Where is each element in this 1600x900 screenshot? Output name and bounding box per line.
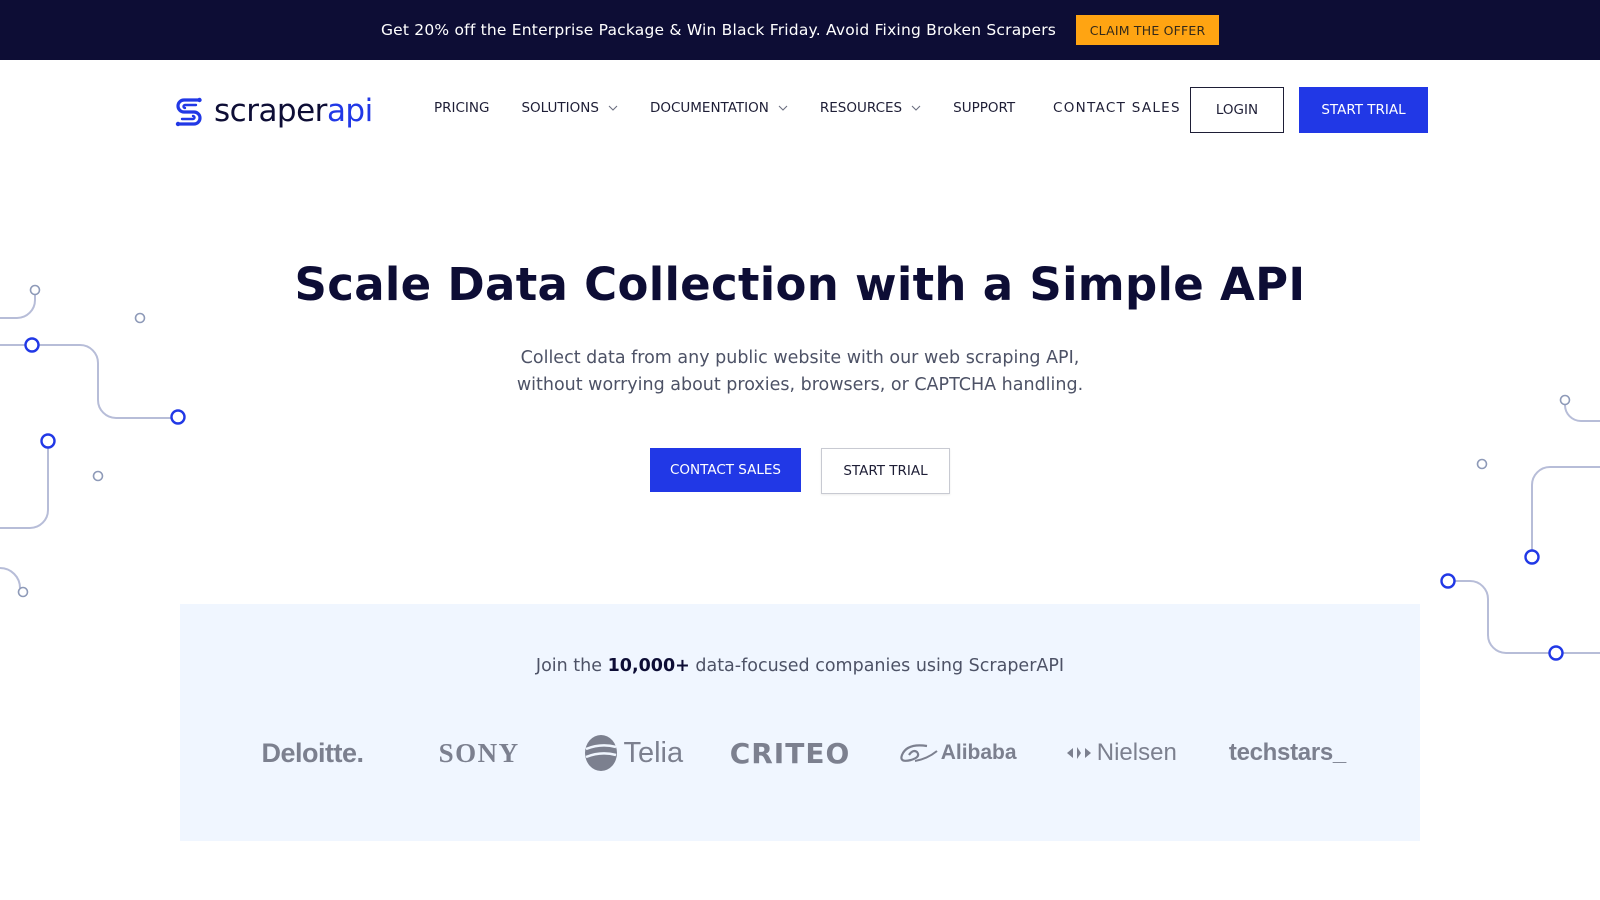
scraperapi-logo[interactable]: scraperapi [172, 92, 373, 130]
promo-text: Get 20% off the Enterprise Package & Win… [380, 21, 1057, 39]
techstars-logo-text: techstars_ [1228, 739, 1346, 766]
nav-item-label: SOLUTIONS [521, 100, 599, 116]
client-logos-section: Join the 10,000+ data-focused companies … [180, 604, 1420, 841]
nav-item-documentation[interactable]: DOCUMENTATION [650, 100, 788, 116]
sony-logo-text: SONY [438, 737, 520, 768]
heading-prefix: Join the [535, 656, 608, 676]
hero-subtitle: Collect data from any public website wit… [0, 345, 1600, 399]
circuit-decoration-right [1440, 394, 1600, 661]
nav-item-label: PRICING [434, 100, 490, 116]
logo-wordmark-accent: api [326, 93, 373, 129]
start-trial-button[interactable]: START TRIAL [1299, 87, 1428, 133]
promo-banner: Get 20% off the Enterprise Package & Win… [0, 0, 1600, 60]
client-logos-heading: Join the 10,000+ data-focused companies … [180, 656, 1420, 676]
nielsen-logo-text: Nielsen [1096, 739, 1177, 766]
deloitte-logo: Deloitte. [250, 728, 375, 778]
hero-title: Scale Data Collection with a Simple API [294, 258, 1306, 311]
hero-subtitle-line: Collect data from any public website wit… [520, 348, 1080, 368]
nielsen-mark-icon [1066, 747, 1091, 759]
hero-contact-sales-button[interactable]: CONTACT SALES [650, 448, 801, 492]
alibaba-logo-text: Alibaba [940, 741, 1017, 764]
heading-suffix: data-focused companies using ScraperAPI [689, 656, 1065, 676]
criteo-logo: CRITEO [727, 728, 852, 778]
nav-item-pricing[interactable]: PRICING [434, 100, 489, 116]
logo-wordmark: scraperapi [214, 93, 373, 129]
nav-item-resources[interactable]: RESOURCES [820, 100, 921, 116]
scraperapi-logo-icon [175, 97, 202, 127]
nav-item-label: RESOURCES [819, 100, 903, 116]
criteo-logo-text: CRITEO [729, 736, 851, 770]
sony-logo: SONY [419, 728, 539, 778]
nielsen-logo: Nielsen [1061, 728, 1181, 778]
nav-item-support[interactable]: SUPPORT [953, 100, 1015, 116]
logo-wordmark-primary: scraper [214, 93, 327, 129]
chevron-down-icon [911, 105, 921, 111]
client-logo-row: Deloitte. SONY Telia CRITEO Alibaba Niel… [250, 728, 1350, 778]
login-button[interactable]: LOGIN [1190, 87, 1284, 133]
telia-pebble-icon [585, 735, 618, 771]
telia-logo-text: Telia [623, 736, 684, 769]
alibaba-logo: Alibaba [897, 728, 1017, 778]
hero-start-trial-button[interactable]: START TRIAL [821, 448, 950, 494]
contact-sales-link[interactable]: CONTACT SALES [1053, 100, 1181, 116]
hero-subtitle-line: without worrying about proxies, browsers… [516, 375, 1084, 395]
chevron-down-icon [778, 105, 788, 111]
claim-offer-button[interactable]: CLAIM THE OFFER [1076, 15, 1220, 45]
nav-item-label: SUPPORT [953, 100, 1016, 116]
main-nav: scraperapi PRICING SOLUTIONS DOCUMENTATI… [0, 60, 1600, 160]
nav-item-solutions[interactable]: SOLUTIONS [521, 100, 618, 116]
chevron-down-icon [608, 105, 618, 111]
deloitte-logo-text: Deloitte. [261, 737, 364, 768]
techstars-logo: techstars_ [1225, 728, 1350, 778]
nav-menu: PRICING SOLUTIONS DOCUMENTATION RESOURCE… [434, 100, 1047, 116]
telia-logo: Telia [583, 728, 683, 778]
circuit-decoration-left [0, 284, 186, 598]
company-count: 10,000+ [607, 656, 690, 676]
alibaba-swoosh-icon [900, 744, 938, 762]
nav-item-label: DOCUMENTATION [649, 100, 769, 116]
